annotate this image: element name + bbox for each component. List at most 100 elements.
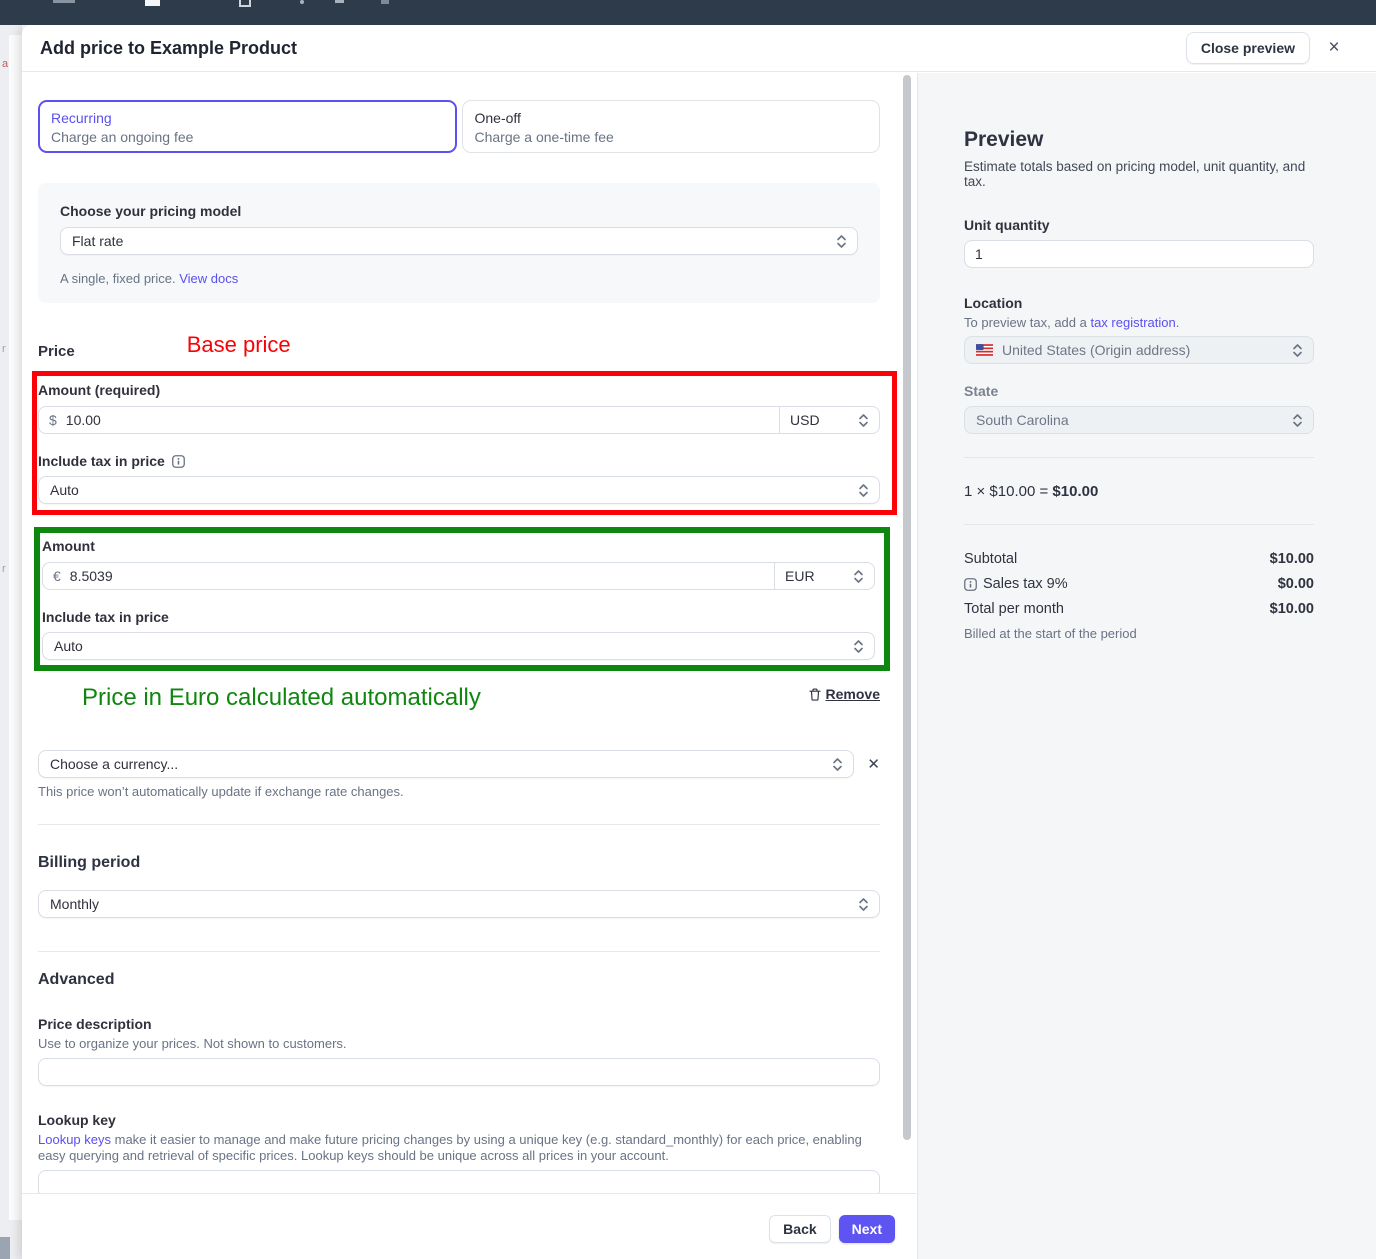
state-label: State xyxy=(964,383,1314,399)
trash-icon xyxy=(809,688,821,701)
choose-currency-select[interactable]: Choose a currency... xyxy=(38,750,854,778)
chevron-updown-icon xyxy=(836,234,847,249)
recurring-card-label: Recurring xyxy=(51,110,444,126)
chevron-updown-icon xyxy=(1292,343,1303,358)
remove-currency-link[interactable]: Remove xyxy=(809,686,880,702)
browser-topbar xyxy=(0,0,1376,25)
eur-currency-select[interactable]: EUR xyxy=(774,562,875,590)
recurring-card[interactable]: Recurring Charge an ongoing fee xyxy=(38,100,457,153)
price-description-helper: Use to organize your prices. Not shown t… xyxy=(38,1036,880,1052)
clear-currency-icon[interactable]: ✕ xyxy=(867,755,880,773)
lookup-keys-link[interactable]: Lookup keys xyxy=(38,1132,111,1147)
pricing-model-select[interactable]: Flat rate xyxy=(60,227,858,255)
price-description-input[interactable] xyxy=(38,1058,880,1086)
state-value: South Carolina xyxy=(976,412,1069,428)
currency-helper: This price won’t automatically update if… xyxy=(38,784,880,799)
dollar-symbol: $ xyxy=(49,412,57,428)
location-helper: To preview tax, add a xyxy=(964,315,1090,330)
calculation-prefix: 1 × $10.00 = xyxy=(964,483,1052,500)
view-docs-link[interactable]: View docs xyxy=(179,271,238,286)
background-page-edge: a r r xyxy=(0,25,22,1259)
sales-tax-row: Sales tax 9% $0.00 xyxy=(964,576,1314,592)
topbar-icon-fragment xyxy=(381,0,389,4)
topbar-icon-fragment xyxy=(145,0,160,6)
topbar-icon-fragment xyxy=(239,0,251,7)
one-off-card-label: One-off xyxy=(475,110,868,126)
calculation-result: $10.00 xyxy=(1052,483,1098,500)
one-off-card[interactable]: One-off Charge a one-time fee xyxy=(462,100,881,153)
unit-quantity-label: Unit quantity xyxy=(964,217,1314,233)
preview-panel: Preview Estimate totals based on pricing… xyxy=(917,73,1376,1259)
usd-amount-field[interactable]: $ xyxy=(38,406,780,434)
chevron-updown-icon xyxy=(853,569,864,584)
eur-include-tax-value: Auto xyxy=(54,638,83,654)
chevron-updown-icon xyxy=(858,897,869,912)
total-row: Total per month $10.00 xyxy=(964,601,1314,617)
vertical-scrollbar[interactable] xyxy=(903,75,911,1140)
eur-amount-label: Amount xyxy=(42,538,875,554)
topbar-icon-fragment xyxy=(300,0,304,4)
amount-required-label: Amount (required) xyxy=(38,382,880,398)
chevron-updown-icon xyxy=(858,413,869,428)
chevron-updown-icon xyxy=(853,639,864,654)
chevron-updown-icon xyxy=(1292,413,1303,428)
tax-registration-link[interactable]: tax registration xyxy=(1090,315,1175,330)
euro-symbol: € xyxy=(53,568,61,584)
topbar-icon-fragment xyxy=(53,0,75,3)
choose-currency-placeholder: Choose a currency... xyxy=(50,756,178,772)
chevron-updown-icon xyxy=(858,483,869,498)
divider xyxy=(964,457,1314,458)
usd-include-tax-value: Auto xyxy=(50,482,79,498)
lookup-key-input[interactable] xyxy=(38,1170,880,1193)
billed-note: Billed at the start of the period xyxy=(964,626,1314,641)
country-select[interactable]: United States (Origin address) xyxy=(964,336,1314,364)
usd-include-tax-select[interactable]: Auto xyxy=(38,476,880,504)
eur-amount-input[interactable] xyxy=(70,568,764,584)
subtotal-label: Subtotal xyxy=(964,551,1017,567)
modal-footer: Back Next xyxy=(22,1193,916,1259)
back-button[interactable]: Back xyxy=(769,1215,830,1243)
chevron-updown-icon xyxy=(832,757,843,772)
subtotal-row: Subtotal $10.00 xyxy=(964,551,1314,567)
pricing-model-label: Choose your pricing model xyxy=(60,203,858,219)
divider xyxy=(964,524,1314,525)
eur-include-tax-select[interactable]: Auto xyxy=(42,632,875,660)
eur-include-tax-label: Include tax in price xyxy=(42,609,169,625)
modal-title: Add price to Example Product xyxy=(40,38,297,59)
advanced-heading: Advanced xyxy=(38,971,880,989)
eur-amount-field[interactable]: € xyxy=(42,562,775,590)
add-price-modal: Add price to Example Product Close previ… xyxy=(22,25,1376,1259)
billing-period-select[interactable]: Monthly xyxy=(38,890,880,918)
divider xyxy=(38,824,880,825)
close-preview-button[interactable]: Close preview xyxy=(1186,32,1310,64)
us-flag-icon xyxy=(976,344,993,356)
include-tax-label: Include tax in price xyxy=(38,453,165,469)
price-section-heading: Price xyxy=(38,343,75,360)
usd-amount-input[interactable] xyxy=(66,412,769,428)
unit-quantity-input[interactable] xyxy=(964,240,1314,268)
info-icon xyxy=(172,455,185,468)
sales-tax-label: Sales tax 9% xyxy=(983,576,1068,592)
lookup-key-helper: make it easier to manage and make future… xyxy=(38,1132,862,1163)
location-label: Location xyxy=(964,295,1314,311)
sales-tax-value: $0.00 xyxy=(1278,576,1314,592)
modal-header: Add price to Example Product Close previ… xyxy=(22,25,1376,72)
close-icon[interactable]: × xyxy=(1322,36,1346,60)
topbar-icon-fragment xyxy=(335,0,344,3)
pricing-model-section: Choose your pricing model Flat rate A si… xyxy=(38,183,880,303)
next-button[interactable]: Next xyxy=(839,1215,895,1243)
usd-currency-code: USD xyxy=(790,412,820,428)
base-price-annotation-box: Amount (required) $ USD Include tax in p… xyxy=(32,371,897,515)
pricing-model-value: Flat rate xyxy=(72,233,123,249)
state-select[interactable]: South Carolina xyxy=(964,406,1314,434)
billing-period-heading: Billing period xyxy=(38,854,880,872)
price-form: Recurring Charge an ongoing fee One-off … xyxy=(22,73,901,1193)
subtotal-value: $10.00 xyxy=(1270,551,1314,567)
euro-price-annotation-box: Amount € EUR Include tax in price Auto xyxy=(34,527,890,671)
country-value: United States (Origin address) xyxy=(1002,342,1190,358)
info-icon xyxy=(964,578,977,591)
annotation-euro-price: Price in Euro calculated automatically xyxy=(82,684,481,712)
price-description-label: Price description xyxy=(38,1016,880,1032)
remove-label: Remove xyxy=(826,686,880,702)
usd-currency-select[interactable]: USD xyxy=(779,406,880,434)
